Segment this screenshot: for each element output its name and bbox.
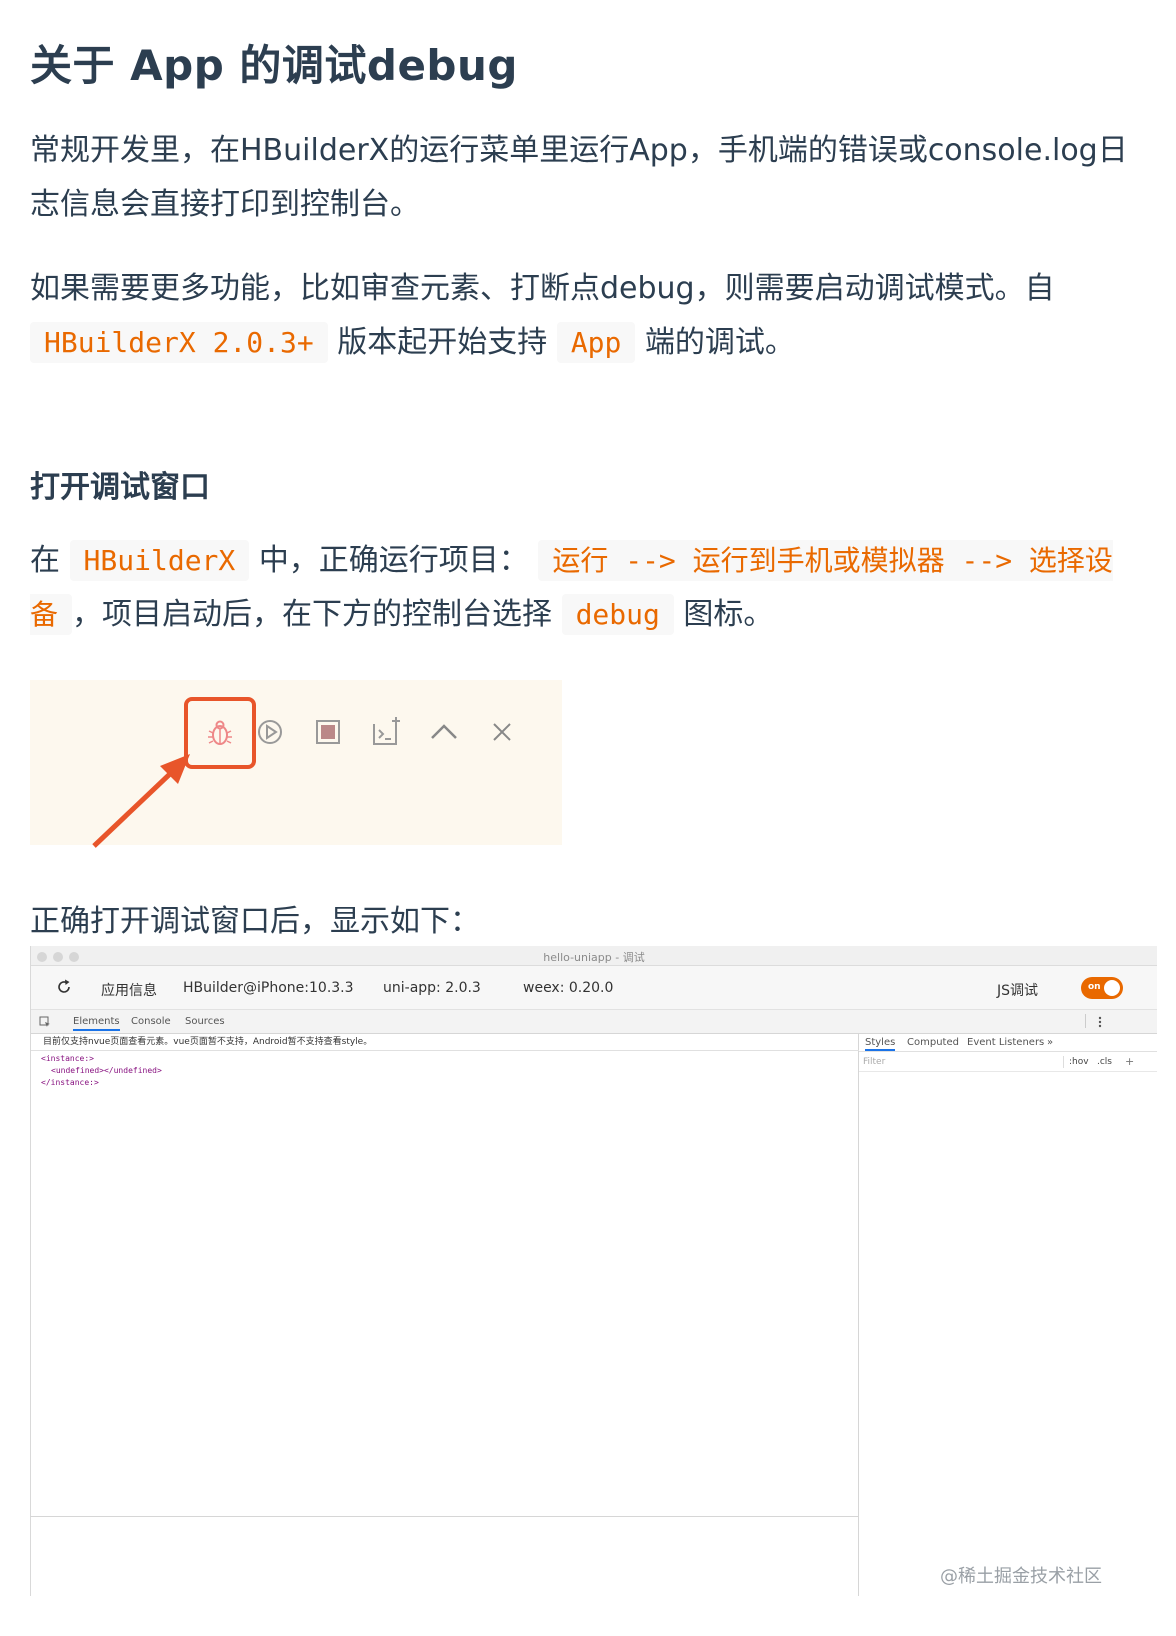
watermark: @稀土掘金技术社区: [940, 1566, 1102, 1587]
inline-code-debug: debug: [561, 594, 674, 635]
paragraph-debug-window: 正确打开调试窗口后，显示如下：: [30, 895, 1146, 949]
tab-event-listeners[interactable]: Event Listeners: [967, 1037, 1044, 1048]
bug-icon[interactable]: [202, 715, 238, 751]
paragraph-open-steps-text-b: 中，正确运行项目：: [258, 543, 529, 578]
inline-code-hbuilderx: HBuilderX: [69, 540, 250, 581]
paragraph-debug-mode: 如果需要更多功能，比如审查元素、打断点debug，则需要启动调试模式。自 HBui…: [30, 262, 1146, 370]
close-icon[interactable]: [484, 714, 520, 750]
toggle-on-text: on: [1088, 982, 1101, 992]
devtools-tab-bar: Elements Console Sources: [31, 1010, 1157, 1034]
weex-version-label: weex: 0.20.0: [523, 980, 614, 996]
tab-overflow[interactable]: »: [1047, 1037, 1053, 1048]
paragraph-debug-mode-text-b: 版本起开始支持: [337, 325, 548, 360]
paragraph-open-steps-text-a: 在: [30, 543, 60, 578]
inspect-icon[interactable]: [39, 1016, 51, 1028]
xml-line-2[interactable]: <undefined></undefined>: [51, 1066, 162, 1075]
paragraph-intro: 常规开发里，在HBuilderX的运行菜单里运行App，手机端的错误或conso…: [30, 124, 1146, 232]
styles-filter-input[interactable]: Filter: [863, 1057, 885, 1067]
add-rule-icon[interactable]: +: [1125, 1055, 1134, 1068]
xml-line-3[interactable]: </instance:>: [41, 1078, 99, 1087]
device-label: HBuilder@iPhone:10.3.3: [183, 980, 354, 996]
restart-icon[interactable]: [252, 714, 288, 750]
tab-console[interactable]: Console: [131, 1016, 171, 1027]
paragraph-debug-window-text: 正确打开调试窗口后，显示如下：: [30, 904, 480, 939]
tab-styles[interactable]: Styles: [865, 1037, 896, 1051]
styles-tab-bar: Styles Computed Event Listeners »: [859, 1034, 1157, 1052]
article-title: 关于 App 的调试debug: [30, 41, 518, 90]
paragraph-debug-mode-text-c: 端的调试。: [644, 325, 795, 360]
styles-panel: Styles Computed Event Listeners » Filter…: [859, 1034, 1157, 1596]
more-menu-icon[interactable]: [1097, 1015, 1103, 1029]
paragraph-intro-text: 常规开发里，在HBuilderX的运行菜单里运行App，手机端的错误或conso…: [30, 133, 1128, 222]
section-heading-open-debug: 打开调试窗口: [30, 470, 210, 505]
elements-panel: 目前仅支持nvue页面查看元素。vue页面暂不支持，Android暂不支持查看s…: [31, 1034, 859, 1596]
inline-code-app: App: [556, 322, 636, 363]
js-debug-toggle[interactable]: on: [1081, 977, 1123, 999]
elements-warning: 目前仅支持nvue页面查看元素。vue页面暂不支持，Android暂不支持查看s…: [31, 1034, 859, 1051]
debugger-info-bar: 应用信息 HBuilder@iPhone:10.3.3 uni-app: 2.0…: [31, 966, 1157, 1010]
app-info-label[interactable]: 应用信息: [101, 980, 157, 1000]
paragraph-open-steps: 在 HBuilderX 中，正确运行项目： 运行 --> 运行到手机或模拟器 -…: [30, 534, 1146, 642]
console-toolbar-image: [30, 680, 562, 848]
xml-tag-close: </undefined>: [103, 1066, 162, 1075]
js-debug-label: JS调试: [997, 983, 1039, 999]
inline-code-version: HBuilderX 2.0.3+: [30, 322, 328, 363]
paragraph-open-steps-text-d: 图标。: [683, 597, 774, 632]
chevron-up-icon[interactable]: [426, 714, 462, 750]
terminal-add-icon[interactable]: [368, 714, 404, 750]
toggle-knob: [1104, 980, 1120, 996]
paragraph-open-steps-text-c: ，项目启动后，在下方的控制台选择: [72, 597, 553, 632]
tab-elements[interactable]: Elements: [73, 1016, 120, 1031]
debugger-titlebar: hello-uniapp - 调试: [31, 946, 1157, 966]
styles-filter-bar: Filter :hov .cls +: [859, 1052, 1157, 1072]
filter-divider: [1063, 1056, 1064, 1068]
stop-icon[interactable]: [310, 714, 346, 750]
tab-divider: [1085, 1014, 1086, 1028]
pointer-arrow-icon: [92, 754, 190, 848]
debugger-window: hello-uniapp - 调试 应用信息 HBuilder@iPhone:1…: [30, 946, 1157, 1596]
tab-computed[interactable]: Computed: [907, 1037, 959, 1048]
refresh-icon[interactable]: [55, 978, 73, 996]
tab-sources[interactable]: Sources: [185, 1016, 225, 1027]
debugger-window-title: hello-uniapp - 调试: [543, 951, 645, 964]
uniapp-version-label: uni-app: 2.0.3: [383, 980, 481, 996]
debugger-bottom-border: [30, 1516, 858, 1517]
xml-tag-open: <undefined>: [51, 1066, 104, 1075]
hov-toggle[interactable]: :hov: [1069, 1057, 1089, 1067]
cls-toggle[interactable]: .cls: [1097, 1057, 1112, 1067]
paragraph-debug-mode-text-a: 如果需要更多功能，比如审查元素、打断点debug，则需要启动调试模式。自: [30, 271, 1055, 306]
xml-line-1[interactable]: <instance:>: [41, 1054, 94, 1063]
